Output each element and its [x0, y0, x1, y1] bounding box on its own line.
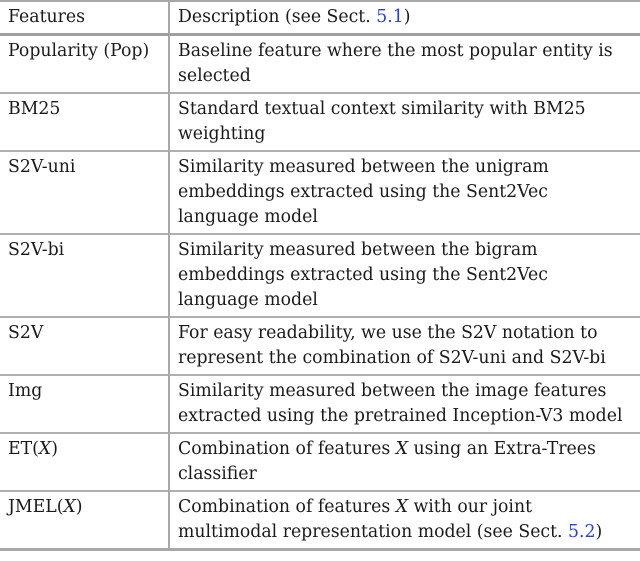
features-table: Features Description (see Sect. 5.1) Pop… — [0, 0, 640, 551]
feature-variable: X — [63, 497, 76, 517]
table-row: ET(X) Combination of features X using an… — [0, 433, 640, 491]
table-row: BM25 Standard textual context similarity… — [0, 93, 640, 151]
section-ref-link[interactable]: 5.2 — [568, 522, 595, 542]
table-row: S2V-bi Similarity measured between the b… — [0, 234, 640, 317]
feature-description: Combination of features X using an Extra… — [169, 433, 640, 491]
table-header-row: Features Description (see Sect. 5.1) — [0, 1, 640, 35]
table-row: Img Similarity measured between the imag… — [0, 375, 640, 433]
feature-name-suffix: ) — [51, 439, 58, 459]
description-suffix: ) — [595, 522, 603, 542]
feature-description: Similarity measured between the unigram … — [178, 157, 549, 227]
header-features: Features — [0, 1, 170, 35]
header-description-text: Description (see Sect. — [178, 7, 377, 27]
header-description: Description (see Sect. 5.1) — [169, 1, 640, 35]
feature-variable: X — [38, 439, 52, 459]
feature-description: Combination of features X with our joint… — [169, 491, 640, 550]
description-variable: X — [395, 497, 408, 517]
feature-name: S2V-uni — [0, 151, 170, 234]
feature-description: Similarity measured between the bigram e… — [178, 240, 548, 310]
feature-name-prefix: ET( — [8, 439, 39, 459]
table-row: S2V For easy readability, we use the S2V… — [0, 317, 640, 375]
description-variable: X — [395, 439, 408, 459]
section-ref-link[interactable]: 5.1 — [376, 7, 403, 27]
table-row: JMEL(X) Combination of features X with o… — [0, 491, 640, 550]
feature-description: Baseline feature where the most popular … — [178, 41, 613, 86]
feature-description: Similarity measured between the image fe… — [178, 381, 623, 426]
header-description-close: ) — [403, 7, 411, 27]
feature-description: Standard textual context similarity with… — [178, 99, 586, 144]
feature-name: JMEL(X) — [0, 491, 170, 550]
feature-name: S2V — [0, 317, 170, 375]
feature-name: BM25 — [0, 93, 170, 151]
feature-name: Img — [0, 375, 170, 433]
feature-name-prefix: JMEL( — [8, 497, 64, 517]
feature-name: S2V-bi — [0, 234, 170, 317]
description-prefix: Combination of features — [178, 439, 396, 459]
feature-name: ET(X) — [0, 433, 170, 491]
feature-description: For easy readability, we use the S2V not… — [178, 323, 606, 368]
feature-name-suffix: ) — [75, 497, 83, 517]
feature-name: Popularity (Pop) — [0, 34, 170, 93]
table-row: S2V-uni Similarity measured between the … — [0, 151, 640, 234]
description-prefix: Combination of features — [178, 497, 396, 517]
table-row: Popularity (Pop) Baseline feature where … — [0, 34, 640, 93]
